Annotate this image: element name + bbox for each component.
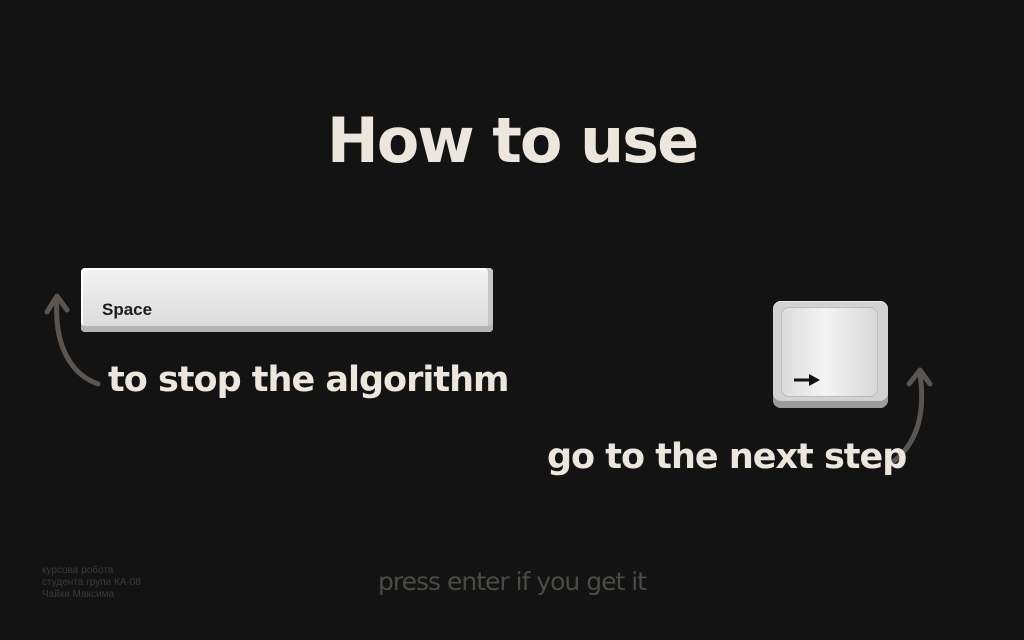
curved-arrow-up-icon [44, 293, 101, 387]
how-to-use-screen: How to use Space to stop the algorithm g… [0, 0, 1024, 640]
right-arrow-icon [794, 374, 820, 386]
stop-caption: to stop the algorithm [108, 360, 509, 400]
continue-hint: press enter if you get it [378, 567, 647, 596]
space-key: Space [81, 268, 493, 332]
right-arrow-key [773, 301, 888, 408]
page-title: How to use [326, 104, 699, 177]
next-step-caption: go to the next step [547, 437, 907, 477]
space-key-label: Space [102, 300, 153, 319]
